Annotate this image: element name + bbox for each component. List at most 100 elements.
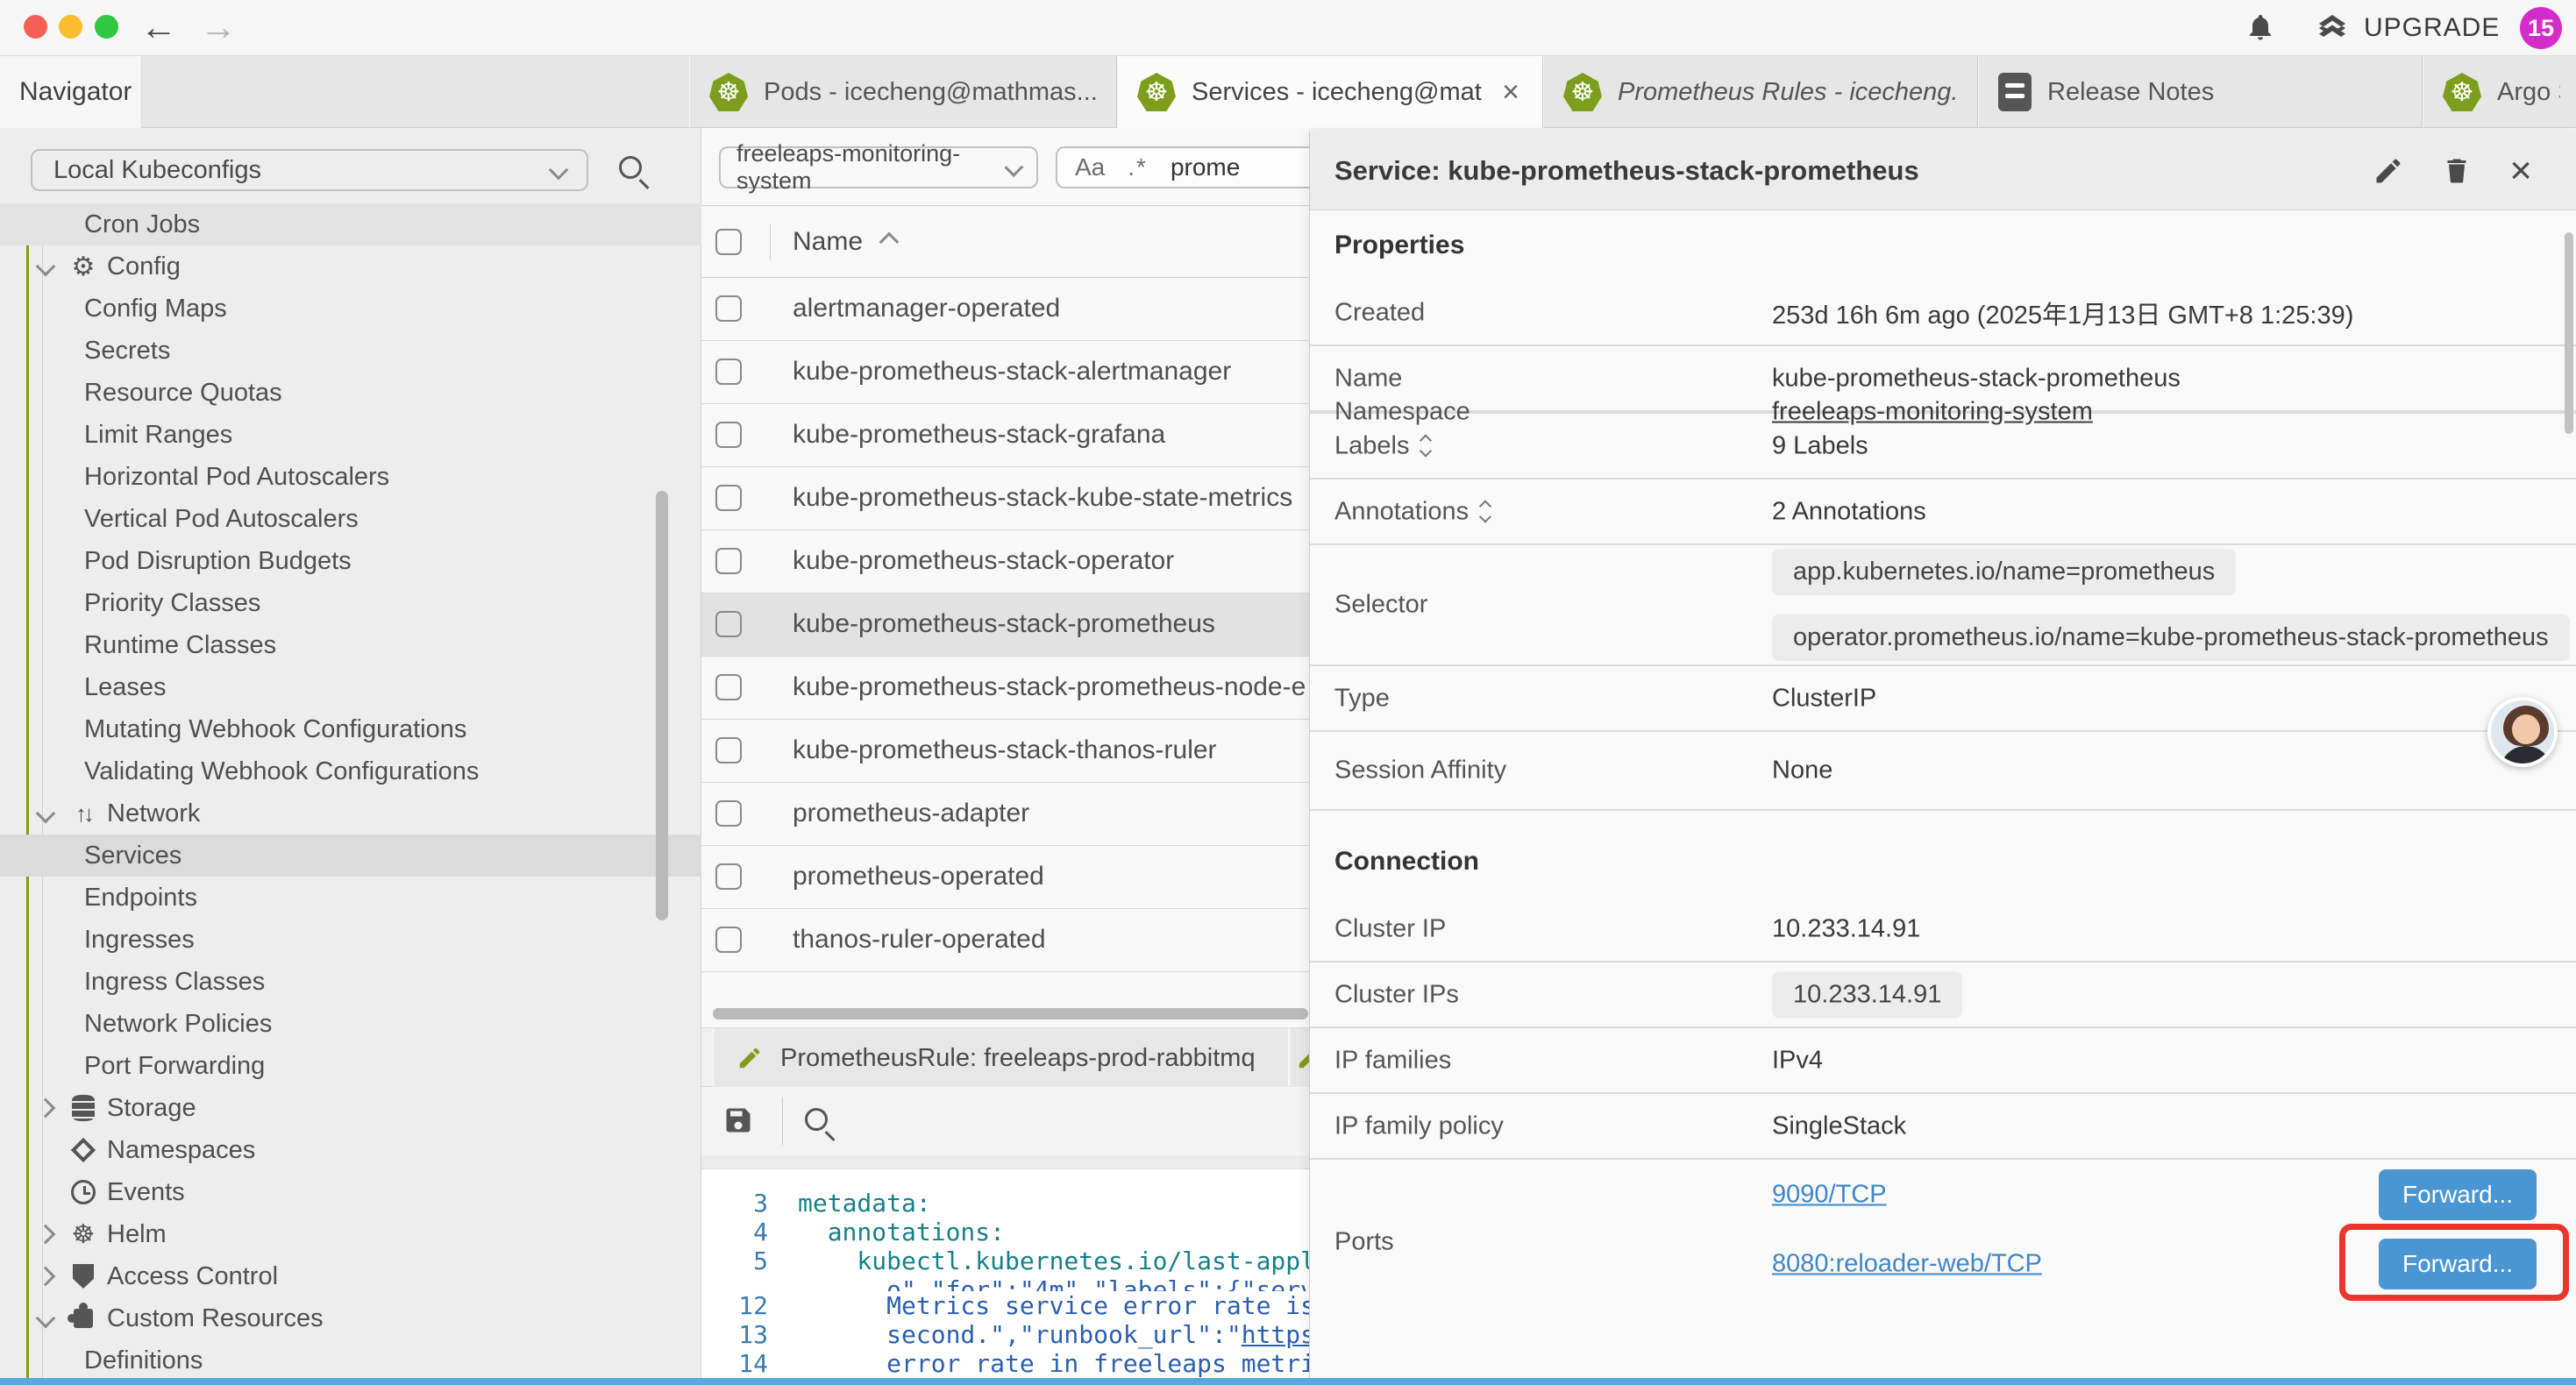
search-query-text[interactable]: prome <box>1171 153 1240 181</box>
row-checkbox[interactable] <box>715 674 742 700</box>
match-case-toggle[interactable]: Aa <box>1075 153 1105 181</box>
name-column-header[interactable]: Name <box>793 227 896 257</box>
sidebar-item-vertical-pod-autoscalers[interactable]: Vertical Pod Autoscalers <box>0 498 701 540</box>
row-checkbox[interactable] <box>715 548 742 574</box>
row-checkbox[interactable] <box>715 611 742 637</box>
regex-toggle[interactable]: .* <box>1128 153 1148 181</box>
section-gap <box>1310 811 2576 827</box>
table-row[interactable]: kube-prometheus-stack-operator <box>701 530 1309 593</box>
sort-toggle-icon[interactable] <box>1481 502 1490 522</box>
notification-count-badge[interactable]: 15 <box>2520 7 2562 49</box>
port-link[interactable]: 9090/TCP <box>1772 1180 1887 1209</box>
app-tab-1[interactable]: ☸Pods - icecheng@mathmas... <box>689 56 1117 128</box>
notifications-bell-icon[interactable] <box>2245 12 2276 44</box>
sidebar-scrollbar[interactable] <box>656 491 668 920</box>
table-row[interactable]: kube-prometheus-stack-prometheus-node-ex… <box>701 657 1309 720</box>
select-all-checkbox[interactable] <box>715 229 742 255</box>
sidebar-item-pod-disruption-budgets[interactable]: Pod Disruption Budgets <box>0 540 701 582</box>
save-icon[interactable] <box>722 1104 754 1136</box>
row-checkbox[interactable] <box>715 863 742 890</box>
sidebar-item-runtime-classes[interactable]: Runtime Classes <box>0 624 701 666</box>
forward-button[interactable]: Forward... <box>2379 1169 2537 1220</box>
row-checkbox[interactable] <box>715 485 742 511</box>
editor-tab-prometheusrule[interactable]: PrometheusRule: freeleaps-prod-rabbitmq <box>713 1028 1289 1088</box>
sidebar-item-config[interactable]: ⚙Config <box>0 245 701 288</box>
navigator-panel-tab[interactable]: Navigator <box>0 56 142 128</box>
sidebar-item-config-maps[interactable]: Config Maps <box>0 288 701 330</box>
chevron-down-icon[interactable] <box>36 257 56 277</box>
table-row[interactable]: kube-prometheus-stack-alertmanager <box>701 341 1309 404</box>
horizontal-scrollbar[interactable] <box>713 1008 1308 1019</box>
sidebar-item-events[interactable]: Events <box>0 1171 701 1213</box>
user-avatar[interactable] <box>2487 697 2558 767</box>
sidebar-item-cron-jobs[interactable]: Cron Jobs <box>0 203 701 245</box>
sidebar-item-network-policies[interactable]: Network Policies <box>0 1003 701 1045</box>
sidebar-item-network[interactable]: ↑↓Network <box>0 792 701 835</box>
table-row[interactable]: prometheus-adapter <box>701 783 1309 846</box>
close-icon[interactable]: × <box>1498 75 1523 110</box>
kubeconfig-select[interactable]: Local Kubeconfigs <box>31 149 588 191</box>
table-row[interactable]: kube-prometheus-stack-prometheus <box>701 593 1309 657</box>
close-window-button[interactable] <box>24 15 47 39</box>
row-checkbox[interactable] <box>715 422 742 448</box>
app-tab-5[interactable]: ☸Argo Se <box>2423 56 2576 128</box>
table-row[interactable]: kube-prometheus-stack-thanos-ruler <box>701 720 1309 783</box>
chevron-right-icon[interactable] <box>36 1098 56 1119</box>
row-checkbox[interactable] <box>715 295 742 322</box>
drawer-scrollbar[interactable] <box>2565 232 2573 434</box>
sidebar-item-validating-webhook-configurations[interactable]: Validating Webhook Configurations <box>0 750 701 792</box>
sidebar-item-custom-resources[interactable]: Custom Resources <box>0 1297 701 1339</box>
row-checkbox[interactable] <box>715 359 742 385</box>
sidebar-item-priority-classes[interactable]: Priority Classes <box>0 582 701 624</box>
chevron-down-icon[interactable] <box>36 1309 56 1329</box>
sidebar-item-storage[interactable]: Storage <box>0 1087 701 1129</box>
resource-search-box[interactable]: Aa .* prome <box>1056 146 1309 188</box>
app-tab-2[interactable]: ☸Services - icecheng@math...× <box>1117 56 1543 128</box>
close-icon[interactable]: × <box>2509 155 2532 187</box>
table-row[interactable]: alertmanager-operated <box>701 278 1309 341</box>
table-row[interactable]: thanos-ruler-operated <box>701 909 1309 972</box>
edit-pencil-icon[interactable] <box>2373 155 2404 187</box>
sidebar-item-endpoints[interactable]: Endpoints <box>0 877 701 919</box>
chevron-right-icon[interactable] <box>36 1225 56 1245</box>
sidebar-search-icon[interactable] <box>619 156 642 179</box>
sidebar-item-ingress-classes[interactable]: Ingress Classes <box>0 961 701 1003</box>
sidebar-item-ingresses[interactable]: Ingresses <box>0 919 701 961</box>
sidebar-item-limit-ranges[interactable]: Limit Ranges <box>0 414 701 456</box>
forward-arrow-icon[interactable]: → <box>200 5 237 49</box>
forward-button[interactable]: Forward... <box>2379 1239 2537 1289</box>
editor-search-icon[interactable] <box>805 1108 828 1131</box>
sidebar-item-horizontal-pod-autoscalers[interactable]: Horizontal Pod Autoscalers <box>0 456 701 498</box>
sort-toggle-icon[interactable] <box>1421 437 1430 456</box>
sidebar-item-access-control[interactable]: Access Control <box>0 1255 701 1297</box>
sidebar-item-definitions[interactable]: Definitions <box>0 1339 701 1381</box>
yaml-editor[interactable]: 3metadata:4annotations:5kubectl.kubernet… <box>701 1155 1309 1385</box>
chevron-right-icon[interactable] <box>36 1267 56 1287</box>
row-checkbox[interactable] <box>715 737 742 764</box>
upgrade-button[interactable]: UPGRADE <box>2315 11 2500 46</box>
app-tab-4[interactable]: Release Notes <box>1978 56 2423 128</box>
table-row[interactable]: prometheus-operated <box>701 846 1309 909</box>
sidebar-item-mutating-webhook-configurations[interactable]: Mutating Webhook Configurations <box>0 708 701 750</box>
sidebar-item-leases[interactable]: Leases <box>0 666 701 708</box>
minimize-window-button[interactable] <box>59 15 82 39</box>
sidebar-item-namespaces[interactable]: Namespaces <box>0 1129 701 1171</box>
row-checkbox[interactable] <box>715 800 742 827</box>
table-row[interactable]: kube-prometheus-stack-grafana <box>701 404 1309 467</box>
namespace-select[interactable]: freeleaps-monitoring-system <box>719 146 1038 188</box>
port-link[interactable]: 8080:reloader-web/TCP <box>1772 1249 2042 1278</box>
editor-tab-next-stub[interactable] <box>1291 1028 1309 1088</box>
sidebar-item-secrets[interactable]: Secrets <box>0 330 701 372</box>
maximize-window-button[interactable] <box>95 15 118 39</box>
back-arrow-icon[interactable]: ← <box>140 5 177 49</box>
row-checkbox[interactable] <box>715 927 742 953</box>
sidebar-item-services[interactable]: Services <box>0 835 701 877</box>
delete-trash-icon[interactable] <box>2441 155 2473 187</box>
sidebar-item-resource-quotas[interactable]: Resource Quotas <box>0 372 701 414</box>
sidebar-item-helm[interactable]: ☸Helm <box>0 1213 701 1255</box>
chevron-down-icon[interactable] <box>36 804 56 824</box>
yaml-line: o","for":"4m","labels":{"service":" <box>701 1275 1309 1291</box>
table-row[interactable]: kube-prometheus-stack-kube-state-metrics <box>701 467 1309 530</box>
app-tab-3[interactable]: ☸Prometheus Rules - icecheng... <box>1543 56 1978 128</box>
sidebar-item-port-forwarding[interactable]: Port Forwarding <box>0 1045 701 1087</box>
